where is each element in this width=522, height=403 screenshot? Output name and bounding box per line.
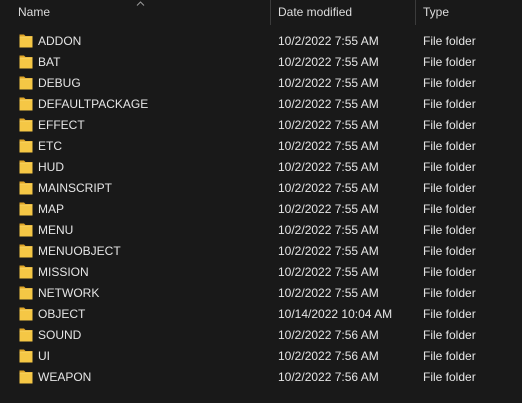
file-name: MENUOBJECT: [38, 244, 121, 258]
folder-icon: [19, 223, 33, 237]
file-row[interactable]: OBJECT 10/14/2022 10:04 AM File folder: [0, 304, 522, 325]
folder-icon: [19, 265, 33, 279]
file-row[interactable]: BAT 10/2/2022 7:55 AM File folder: [0, 52, 522, 73]
folder-icon: [19, 55, 33, 69]
file-list: ADDON 10/2/2022 7:55 AM File folder BAT 10/2…: [0, 31, 522, 388]
file-type: File folder: [423, 55, 476, 69]
column-header: Name Date modified Type: [0, 0, 522, 25]
file-row[interactable]: ETC 10/2/2022 7:55 AM File folder: [0, 136, 522, 157]
folder-icon: [19, 160, 33, 174]
column-header-name[interactable]: Name: [0, 0, 270, 25]
file-row[interactable]: MAP 10/2/2022 7:55 AM File folder: [0, 199, 522, 220]
file-name: WEAPON: [38, 370, 92, 384]
file-name: DEBUG: [38, 76, 81, 90]
file-date-modified: 10/14/2022 10:04 AM: [278, 307, 393, 321]
folder-icon: [19, 370, 33, 384]
file-type: File folder: [423, 181, 476, 195]
file-name: NETWORK: [38, 286, 100, 300]
file-name: UI: [38, 349, 50, 363]
file-type: File folder: [423, 307, 476, 321]
file-date-modified: 10/2/2022 7:56 AM: [278, 370, 379, 384]
file-row[interactable]: ADDON 10/2/2022 7:55 AM File folder: [0, 31, 522, 52]
folder-icon: [19, 328, 33, 342]
folder-icon: [19, 286, 33, 300]
column-header-type[interactable]: Type: [416, 0, 522, 25]
file-row[interactable]: SOUND 10/2/2022 7:56 AM File folder: [0, 325, 522, 346]
folder-icon: [19, 181, 33, 195]
file-type: File folder: [423, 286, 476, 300]
file-name: MAP: [38, 202, 65, 216]
file-type: File folder: [423, 34, 476, 48]
file-type: File folder: [423, 265, 476, 279]
file-date-modified: 10/2/2022 7:55 AM: [278, 244, 379, 258]
file-row[interactable]: NETWORK 10/2/2022 7:55 AM File folder: [0, 283, 522, 304]
file-row[interactable]: MISSION 10/2/2022 7:55 AM File folder: [0, 262, 522, 283]
file-date-modified: 10/2/2022 7:55 AM: [278, 223, 379, 237]
folder-icon: [19, 76, 33, 90]
file-date-modified: 10/2/2022 7:55 AM: [278, 202, 379, 216]
file-type: File folder: [423, 244, 476, 258]
file-type: File folder: [423, 370, 476, 384]
file-type: File folder: [423, 202, 476, 216]
file-name: MENU: [38, 223, 74, 237]
file-date-modified: 10/2/2022 7:56 AM: [278, 328, 379, 342]
file-type: File folder: [423, 160, 476, 174]
file-row[interactable]: MENUOBJECT 10/2/2022 7:55 AM File folder: [0, 241, 522, 262]
file-row[interactable]: UI 10/2/2022 7:56 AM File folder: [0, 346, 522, 367]
file-type: File folder: [423, 118, 476, 132]
folder-icon: [19, 139, 33, 153]
file-date-modified: 10/2/2022 7:55 AM: [278, 286, 379, 300]
folder-icon: [19, 34, 33, 48]
file-name: DEFAULTPACKAGE: [38, 97, 149, 111]
file-type: File folder: [423, 349, 476, 363]
file-row[interactable]: MAINSCRIPT 10/2/2022 7:55 AM File folder: [0, 178, 522, 199]
file-date-modified: 10/2/2022 7:55 AM: [278, 181, 379, 195]
file-row[interactable]: MENU 10/2/2022 7:55 AM File folder: [0, 220, 522, 241]
file-date-modified: 10/2/2022 7:55 AM: [278, 265, 379, 279]
folder-icon: [19, 349, 33, 363]
file-type: File folder: [423, 223, 476, 237]
folder-icon: [19, 307, 33, 321]
file-name: MISSION: [38, 265, 89, 279]
file-row[interactable]: HUD 10/2/2022 7:55 AM File folder: [0, 157, 522, 178]
file-row[interactable]: DEBUG 10/2/2022 7:55 AM File folder: [0, 73, 522, 94]
file-type: File folder: [423, 328, 476, 342]
file-date-modified: 10/2/2022 7:56 AM: [278, 349, 379, 363]
file-date-modified: 10/2/2022 7:55 AM: [278, 97, 379, 111]
file-type: File folder: [423, 139, 476, 153]
file-type: File folder: [423, 97, 476, 111]
file-date-modified: 10/2/2022 7:55 AM: [278, 118, 379, 132]
file-name: BAT: [38, 55, 61, 69]
file-row[interactable]: DEFAULTPACKAGE 10/2/2022 7:55 AM File fold…: [0, 94, 522, 115]
file-name: SOUND: [38, 328, 82, 342]
file-date-modified: 10/2/2022 7:55 AM: [278, 34, 379, 48]
folder-icon: [19, 97, 33, 111]
file-name: HUD: [38, 160, 64, 174]
file-name: OBJECT: [38, 307, 86, 321]
file-date-modified: 10/2/2022 7:55 AM: [278, 139, 379, 153]
chevron-up-icon[interactable]: [136, 0, 145, 7]
folder-icon: [19, 202, 33, 216]
file-name: MAINSCRIPT: [38, 181, 113, 195]
file-row[interactable]: WEAPON 10/2/2022 7:56 AM File folder: [0, 367, 522, 388]
file-date-modified: 10/2/2022 7:55 AM: [278, 55, 379, 69]
file-name: ETC: [38, 139, 62, 153]
file-type: File folder: [423, 76, 476, 90]
file-row[interactable]: EFFECT 10/2/2022 7:55 AM File folder: [0, 115, 522, 136]
column-header-date-modified[interactable]: Date modified: [271, 0, 415, 25]
file-date-modified: 10/2/2022 7:55 AM: [278, 160, 379, 174]
file-name: EFFECT: [38, 118, 85, 132]
file-date-modified: 10/2/2022 7:55 AM: [278, 76, 379, 90]
folder-icon: [19, 118, 33, 132]
folder-icon: [19, 244, 33, 258]
file-name: ADDON: [38, 34, 82, 48]
